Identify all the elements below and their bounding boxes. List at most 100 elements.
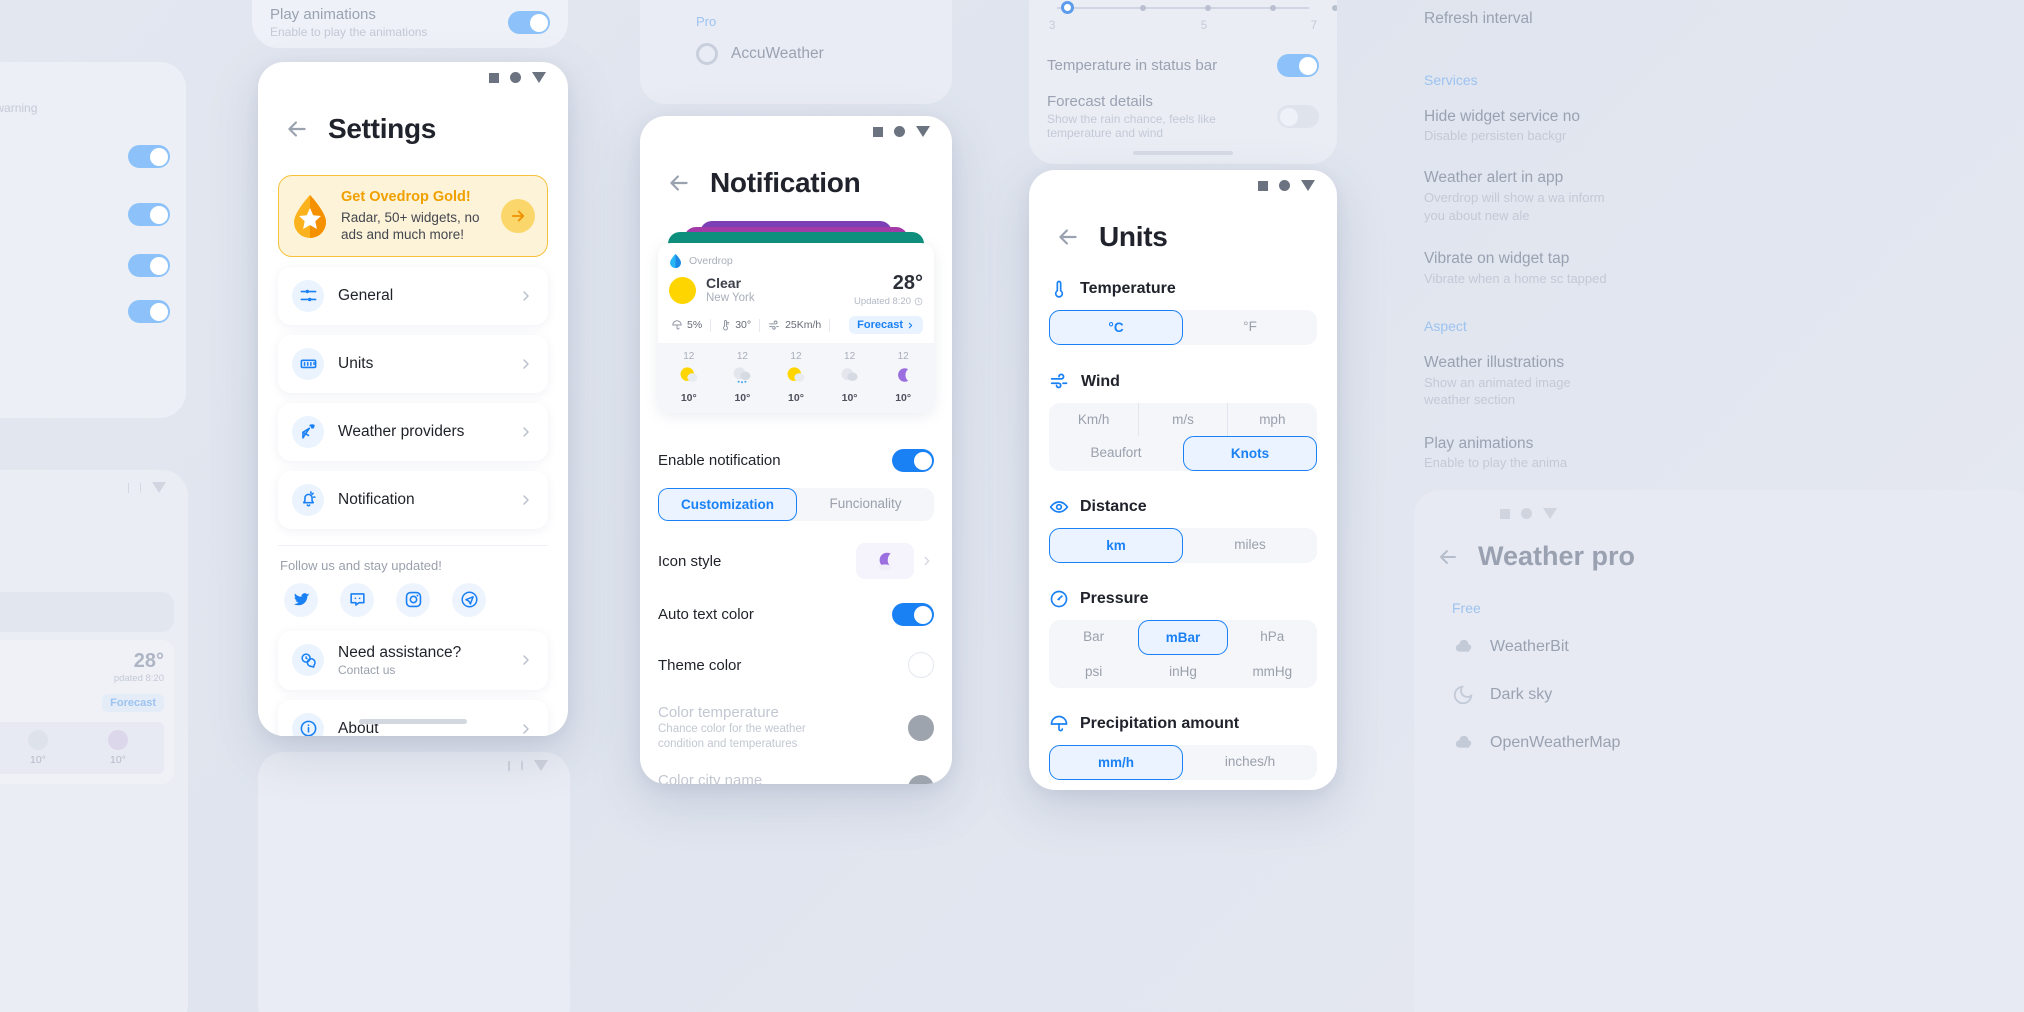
widget-hour-temp: 10° (895, 392, 912, 404)
unit-option-miles[interactable]: miles (1183, 528, 1317, 563)
unit-option-mph[interactable]: mph (1228, 403, 1317, 436)
color-temperature-sub: Chance color for the weather condition a… (658, 723, 806, 750)
unit-option-bar[interactable]: Bar (1049, 620, 1138, 655)
units-section-title: Precipitation amount (1080, 715, 1240, 732)
tab-customization[interactable]: Customization (658, 488, 797, 521)
sidebar-item-units[interactable]: Units (278, 334, 548, 393)
theme-color-label: Theme color (658, 656, 742, 674)
enable-notification-label: Enable notification (658, 452, 781, 469)
divider (278, 544, 548, 546)
widget-hour-time: 12 (790, 351, 802, 362)
sidebar-item-general[interactable]: General (278, 266, 548, 325)
nav-triangle-icon[interactable] (1301, 180, 1315, 191)
telegram-icon[interactable] (452, 582, 486, 617)
theme-color-swatch[interactable] (908, 652, 934, 678)
unit-option-celsius[interactable]: °C (1049, 310, 1183, 345)
tab-funcionality[interactable]: Funcionality (797, 488, 934, 521)
bg-row-label: Play animations (270, 6, 376, 23)
wind-icon (1050, 373, 1068, 389)
sidebar-item-label: Weather providers (338, 422, 465, 440)
wind-icon (769, 320, 779, 330)
color-temperature-row[interactable]: Color temperature Chance color for the w… (640, 704, 952, 752)
widget-hour-item: 12 10° (716, 351, 770, 404)
color-temperature-swatch[interactable] (908, 714, 934, 741)
bg-slider-tick: 3 (1049, 20, 1056, 32)
back-arrow-icon (288, 121, 306, 137)
widget-forecast-button[interactable]: Forecast (849, 316, 923, 334)
chevron-right-icon (523, 426, 529, 437)
unit-option-kmh[interactable]: Km/h (1049, 403, 1138, 436)
nav-circle-icon[interactable] (1279, 180, 1290, 191)
unit-option-km[interactable]: km (1049, 528, 1183, 563)
enable-notification-toggle[interactable] (892, 449, 934, 472)
unit-option-mbar[interactable]: mBar (1138, 620, 1228, 655)
widget-hour-item: 12 10° (876, 351, 930, 404)
nav-triangle-icon[interactable] (916, 126, 930, 137)
sidebar-item-notification[interactable]: Notification (278, 470, 548, 529)
color-city-name-swatch[interactable] (908, 775, 934, 784)
bg-page-title: tion (0, 493, 188, 552)
bg-page-title: Weather pro (1478, 541, 1636, 571)
icon-style-preview[interactable] (856, 543, 914, 579)
page-title: Notification (710, 167, 861, 198)
support-label: Need assistance? (338, 643, 462, 661)
icon-style-row[interactable]: Icon style (640, 543, 952, 579)
nav-circle-icon[interactable] (510, 72, 521, 83)
thermometer-icon (723, 320, 730, 331)
bg-provider-icon (696, 43, 718, 65)
nav-square-icon[interactable] (1258, 180, 1268, 191)
info-icon (292, 712, 324, 736)
enable-notification-row[interactable]: Enable notification (640, 449, 952, 472)
sidebar-item-label: Units (338, 354, 374, 372)
unit-option-mmhg[interactable]: mmHg (1228, 655, 1317, 688)
unit-option-inchesh[interactable]: inches/h (1183, 745, 1317, 780)
nav-circle-icon[interactable] (894, 126, 905, 137)
bg-panel-left-top: Play animations Enable to play the anima… (252, 0, 568, 48)
bg-row-sub: Enable to play the animations (270, 25, 428, 39)
nav-triangle-icon[interactable] (532, 72, 546, 83)
page-title: Settings (328, 113, 437, 144)
back-button[interactable] (284, 116, 310, 142)
sidebar-item-weather-providers[interactable]: Weather providers (278, 402, 548, 461)
bg-aspect-label: Aspect (1424, 317, 1467, 334)
back-button[interactable] (666, 170, 692, 196)
unit-option-mmh[interactable]: mm/h (1049, 745, 1183, 780)
gold-banner-title: Get Ovedrop Gold! (341, 189, 471, 205)
bg-row-label: ce notification (0, 82, 170, 99)
unit-option-ms[interactable]: m/s (1138, 403, 1228, 436)
sidebar-item-label: General (338, 286, 394, 304)
units-section-temperature: Temperature °C °F (1029, 279, 1337, 345)
widget-hour-temp: 10° (680, 392, 697, 404)
gold-upsell-banner[interactable]: Get Ovedrop Gold! Radar, 50+ widgets, no… (278, 175, 548, 257)
auto-text-color-row[interactable]: Auto text color (640, 603, 952, 626)
bg-toggle (128, 254, 170, 277)
unit-option-knots[interactable]: Knots (1183, 436, 1317, 471)
about-row[interactable]: About (278, 699, 548, 736)
units-section-title: Distance (1080, 498, 1147, 515)
unit-option-beaufort[interactable]: Beaufort (1049, 436, 1183, 471)
theme-color-row[interactable]: Theme color (640, 652, 952, 678)
cloud-icon (1455, 735, 1472, 748)
bg-row-sub: Vibrate when a home sc tapped (1424, 271, 1607, 287)
unit-option-hpa[interactable]: hPa (1228, 620, 1317, 655)
home-indicator (359, 719, 467, 724)
discord-icon[interactable] (340, 582, 374, 617)
nav-square-icon[interactable] (489, 72, 499, 83)
twitter-icon[interactable] (284, 582, 318, 617)
auto-text-color-toggle[interactable] (892, 603, 934, 626)
unit-option-psi[interactable]: psi (1049, 655, 1138, 688)
gold-banner-arrow-button[interactable] (501, 198, 535, 233)
support-row[interactable]: Need assistance? Contact us (278, 630, 548, 690)
nav-square-icon[interactable] (873, 126, 883, 137)
unit-option-fahrenheit[interactable]: °F (1183, 310, 1317, 345)
instagram-icon[interactable] (396, 582, 430, 617)
gauge-icon (1050, 590, 1068, 608)
bg-provider-name: WeatherBit (1490, 638, 1569, 655)
unit-option-inhg[interactable]: inHg (1138, 655, 1227, 688)
bg-row-label: animations (0, 303, 128, 320)
social-links (258, 573, 568, 617)
bg-slider-tick: 7 (1310, 20, 1317, 32)
widget-stat-value: 25Km/h (785, 319, 822, 331)
back-button[interactable] (1055, 224, 1081, 250)
color-city-name-row[interactable]: Color city name Change color for the cit… (640, 772, 952, 784)
